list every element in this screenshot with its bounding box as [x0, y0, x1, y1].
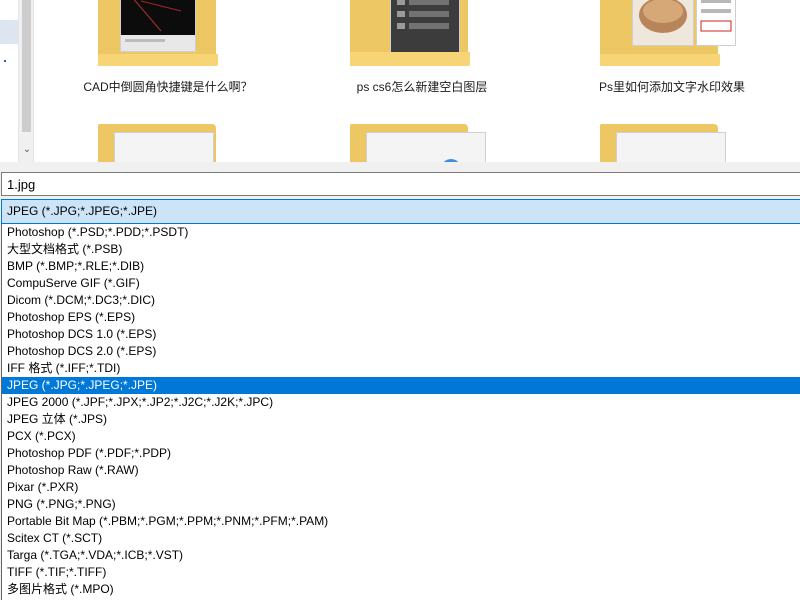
filetype-option[interactable]: Targa (*.TGA;*.VDA;*.ICB;*.VST) [2, 547, 800, 564]
filetype-option[interactable]: PNG (*.PNG;*.PNG) [2, 496, 800, 513]
folder-preview-thumbnail [632, 0, 694, 46]
folder-preview-thumbnail [120, 0, 196, 52]
filetype-option[interactable]: Photoshop DCS 1.0 (*.EPS) [2, 326, 800, 343]
vertical-scrollbar[interactable]: ⌄ [18, 0, 34, 162]
filetype-option[interactable]: TIFF (*.TIF;*.TIFF) [2, 564, 800, 581]
folder-front [600, 54, 720, 66]
filetype-option[interactable]: Photoshop (*.PSD;*.PDD;*.PSDT) [2, 224, 800, 241]
filetype-option[interactable]: Pixar (*.PXR) [2, 479, 800, 496]
folder-label[interactable]: CAD中倒圆角快捷键是什么啊？ [68, 78, 268, 95]
folder-item[interactable] [98, 0, 218, 66]
filetype-option-highlighted[interactable]: JPEG (*.JPG;*.JPEG;*.JPE) [2, 377, 800, 394]
scrollbar-thumb[interactable] [22, 0, 31, 132]
folder-label[interactable]: ps cs6怎么新建空白图层 [322, 78, 522, 95]
filetype-option[interactable]: CompuServe GIF (*.GIF) [2, 275, 800, 292]
folder-item[interactable] [350, 0, 470, 66]
filetype-option[interactable]: IFF 格式 (*.IFF;*.TDI) [2, 360, 800, 377]
filetype-option[interactable]: 多图片格式 (*.MPO) [2, 581, 800, 598]
filetype-dropdown[interactable]: JPEG (*.JPG;*.JPEG;*.JPE) [1, 199, 800, 224]
folder-preview-thumbnail [390, 0, 460, 56]
folder-front [350, 52, 470, 66]
folder-item[interactable] [600, 0, 736, 66]
filetype-option[interactable]: JPEG 2000 (*.JPF;*.JPX;*.JP2;*.J2C;*.J2K… [2, 394, 800, 411]
folder-front [98, 54, 218, 66]
filetype-option[interactable]: BMP (*.BMP;*.RLE;*.DIB) [2, 258, 800, 275]
folder-preview-thumbnail [366, 132, 486, 162]
blue-circle-preview-image [443, 159, 459, 162]
cad-preview-image [121, 0, 195, 51]
navigation-pane[interactable] [0, 0, 18, 162]
filetype-option[interactable]: Scitex CT (*.SCT) [2, 530, 800, 547]
scroll-down-icon[interactable]: ⌄ [19, 142, 35, 158]
filetype-option[interactable]: 大型文档格式 (*.PSB) [2, 241, 800, 258]
folder-item[interactable] [600, 124, 726, 162]
photoshop-preview-image [391, 0, 459, 55]
folder-preview-dialog [696, 0, 736, 46]
filetype-option[interactable]: Portable Bit Map (*.PBM;*.PGM;*.PPM;*.PN… [2, 513, 800, 530]
nav-marker [4, 60, 6, 62]
filetype-option[interactable]: Photoshop DCS 2.0 (*.EPS) [2, 343, 800, 360]
dialog-preview-image [700, 0, 732, 32]
filetype-option[interactable]: Photoshop EPS (*.EPS) [2, 309, 800, 326]
cake-preview-image [633, 0, 693, 45]
filetype-option[interactable]: Photoshop PDF (*.PDF;*.PDP) [2, 445, 800, 462]
folder-item[interactable] [350, 124, 486, 162]
folder-preview-thumbnail [114, 132, 214, 162]
folder-label[interactable]: Ps里如何添加文字水印效果 [572, 78, 772, 95]
filetype-option[interactable]: PCX (*.PCX) [2, 428, 800, 445]
nav-selected-item[interactable] [0, 20, 18, 44]
filetype-option[interactable]: JPEG 立体 (*.JPS) [2, 411, 800, 428]
folder-preview-thumbnail [616, 132, 726, 162]
filetype-option[interactable]: Photoshop Raw (*.RAW) [2, 462, 800, 479]
filetype-option-list[interactable]: Photoshop (*.PSD;*.PDD;*.PSDT) 大型文档格式 (*… [1, 224, 800, 600]
file-browser-pane: ⌄ CAD中倒圆角快捷键是什么啊？ ps cs6怎么新建空白图层 Ps里如何添加… [0, 0, 800, 162]
filename-input[interactable] [1, 172, 800, 196]
folder-item[interactable] [98, 124, 218, 162]
filetype-option[interactable]: Dicom (*.DCM;*.DC3;*.DIC) [2, 292, 800, 309]
